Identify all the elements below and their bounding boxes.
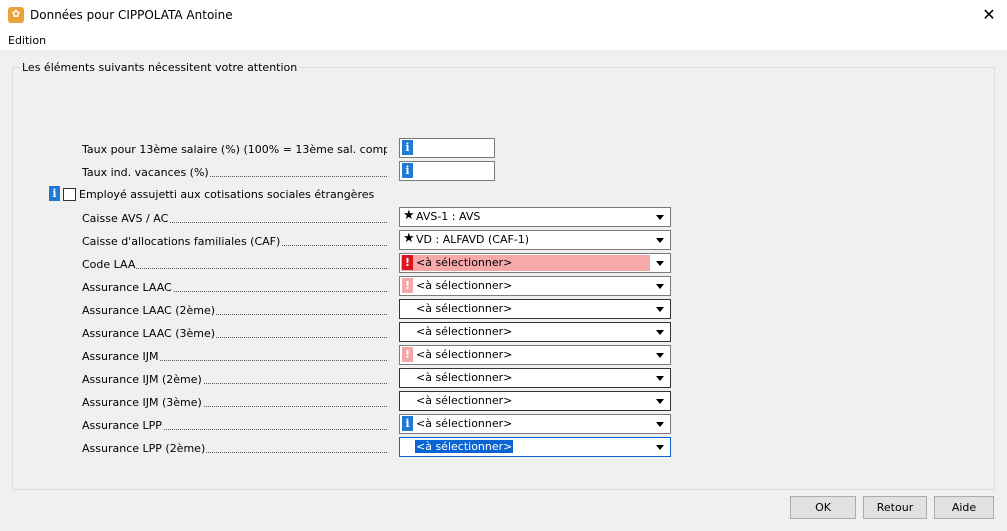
combo-value: <à sélectionner> bbox=[415, 440, 514, 453]
chevron-down-icon[interactable] bbox=[656, 330, 664, 335]
combo-value: <à sélectionner> bbox=[416, 302, 513, 315]
info-icon[interactable]: i bbox=[402, 163, 413, 178]
combo-select[interactable]: <à sélectionner> bbox=[399, 437, 671, 457]
combo-value: <à sélectionner> bbox=[416, 325, 513, 338]
combo-value: <à sélectionner> bbox=[416, 256, 513, 269]
combo-select[interactable]: <à sélectionner> bbox=[399, 299, 671, 319]
taux13-label: Taux pour 13ème salaire (%) (100% = 13èm… bbox=[82, 143, 387, 156]
required-star-icon: ★ bbox=[403, 208, 415, 223]
combo-select[interactable]: ! <à sélectionner> bbox=[399, 345, 671, 365]
combo-label: Assurance LAAC (3ème) bbox=[82, 327, 387, 340]
combo-label: Assurance IJM bbox=[82, 350, 387, 363]
app-icon: ✿ bbox=[8, 7, 24, 23]
combo-label: Assurance LAAC bbox=[82, 281, 387, 294]
chevron-down-icon[interactable] bbox=[656, 261, 664, 266]
combo-select[interactable]: ! <à sélectionner> bbox=[399, 253, 671, 273]
taux-vacances-input[interactable]: i bbox=[399, 161, 495, 181]
combo-value: AVS-1 : AVS bbox=[416, 210, 481, 223]
error-icon[interactable]: ! bbox=[402, 255, 413, 270]
combo-value: VD : ALFAVD (CAF-1) bbox=[416, 233, 530, 246]
combo-select[interactable]: ! <à sélectionner> bbox=[399, 276, 671, 296]
group-label: Les éléments suivants nécessitent votre … bbox=[20, 61, 300, 74]
chevron-down-icon[interactable] bbox=[656, 238, 664, 243]
chevron-down-icon[interactable] bbox=[656, 445, 664, 450]
combo-label: Assurance LPP (2ème) bbox=[82, 442, 387, 455]
window-title: Données pour CIPPOLATA Antoine bbox=[30, 8, 233, 22]
combo-select[interactable]: <à sélectionner> bbox=[399, 322, 671, 342]
title-bar: ✿ Données pour CIPPOLATA Antoine ✕ bbox=[0, 0, 1007, 31]
warning-icon[interactable]: ! bbox=[402, 278, 413, 293]
combo-select[interactable]: <à sélectionner> bbox=[399, 368, 671, 388]
required-star-icon: ★ bbox=[403, 231, 415, 246]
taux-vacances-label: Taux ind. vacances (%) bbox=[82, 166, 387, 179]
chevron-down-icon[interactable] bbox=[656, 399, 664, 404]
combo-value: <à sélectionner> bbox=[416, 394, 513, 407]
chevron-down-icon[interactable] bbox=[656, 284, 664, 289]
ok-button[interactable]: OK bbox=[790, 496, 856, 519]
foreign-contrib-checkbox[interactable] bbox=[63, 188, 76, 201]
combo-select[interactable]: ★ VD : ALFAVD (CAF-1) bbox=[399, 230, 671, 250]
chevron-down-icon[interactable] bbox=[656, 422, 664, 427]
combo-label: Assurance LAAC (2ème) bbox=[82, 304, 387, 317]
combo-label: Assurance LPP bbox=[82, 419, 387, 432]
taux13-input[interactable]: i bbox=[399, 138, 495, 158]
combo-label: Code LAA bbox=[82, 258, 387, 271]
chevron-down-icon[interactable] bbox=[656, 307, 664, 312]
retour-button[interactable]: Retour bbox=[863, 496, 927, 519]
combo-value: <à sélectionner> bbox=[416, 279, 513, 292]
combo-select[interactable]: i <à sélectionner> bbox=[399, 414, 671, 434]
info-icon[interactable]: i bbox=[402, 140, 413, 155]
combo-label: Assurance IJM (2ème) bbox=[82, 373, 387, 386]
close-button[interactable]: ✕ bbox=[979, 5, 999, 25]
combo-value: <à sélectionner> bbox=[416, 417, 513, 430]
info-icon[interactable]: i bbox=[49, 186, 60, 201]
menu-bar: Edition bbox=[0, 31, 1007, 50]
combo-label: Caisse AVS / AC bbox=[82, 212, 387, 225]
combo-value: <à sélectionner> bbox=[416, 371, 513, 384]
info-icon[interactable]: i bbox=[402, 416, 413, 431]
aide-button[interactable]: Aide bbox=[934, 496, 994, 519]
combo-label: Caisse d'allocations familiales (CAF) bbox=[82, 235, 387, 248]
combo-select[interactable]: <à sélectionner> bbox=[399, 391, 671, 411]
chevron-down-icon[interactable] bbox=[656, 353, 664, 358]
foreign-contrib-label: Employé assujetti aux cotisations social… bbox=[79, 188, 375, 201]
chevron-down-icon[interactable] bbox=[656, 376, 664, 381]
warning-icon[interactable]: ! bbox=[402, 347, 413, 362]
combo-select[interactable]: ★ AVS-1 : AVS bbox=[399, 207, 671, 227]
chevron-down-icon[interactable] bbox=[656, 215, 664, 220]
menu-edition[interactable]: Edition bbox=[8, 34, 46, 47]
combo-label: Assurance IJM (3ème) bbox=[82, 396, 387, 409]
combo-value: <à sélectionner> bbox=[416, 348, 513, 361]
